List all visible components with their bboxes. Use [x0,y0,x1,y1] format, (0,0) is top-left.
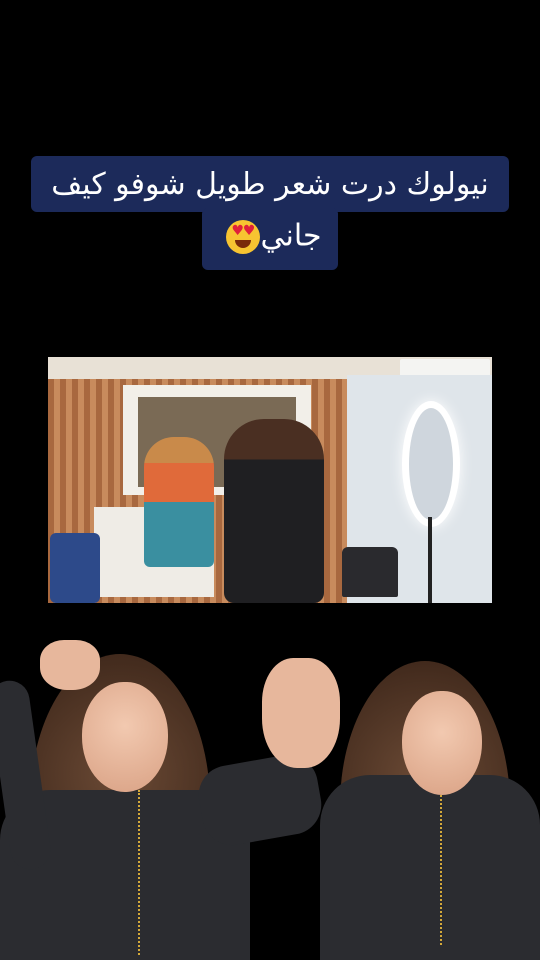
salon-chair [342,547,398,597]
caption: نيولوك درت شعر طويل شوفو كيف جاني [0,156,540,270]
ring-light-icon [402,401,460,527]
face [402,691,482,795]
hand-on-head [40,640,100,690]
caption-line-2: جاني [202,208,338,270]
face [82,682,168,792]
gold-necklace [138,790,140,955]
torso [320,775,540,960]
ring-light-stand [428,517,432,603]
salon-photo [48,357,492,603]
caption-line-2-text: جاني [260,218,322,254]
woman-cutout-left [0,640,340,960]
gold-necklace [440,795,442,945]
caption-line-1: نيولوك درت شعر طويل شوفو كيف [31,156,509,212]
standing-woman [224,419,324,603]
seated-person [144,437,214,567]
heart-eyes-emoji-icon [226,220,261,254]
woman-cutout-right [290,655,540,960]
blue-bag [50,533,100,603]
